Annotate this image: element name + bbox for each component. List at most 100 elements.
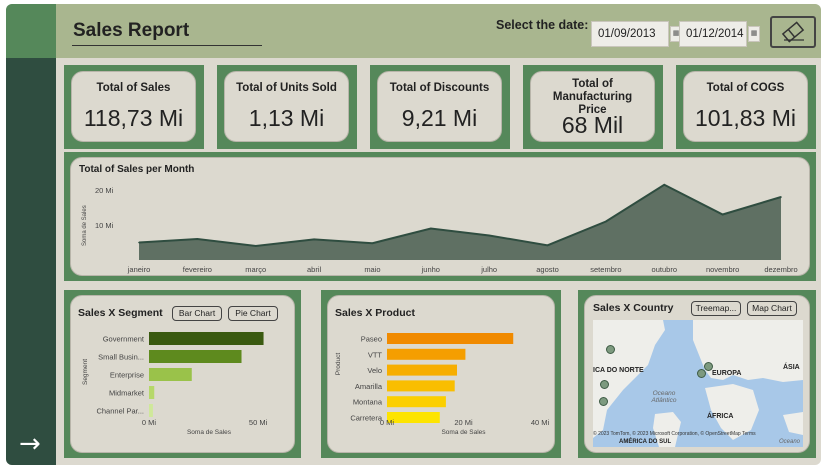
sales-product-chart[interactable]: Paseo VTT Velo Amarilla Montana Carretera0 Mi… — [328, 296, 554, 452]
x-tick-label: novembro — [706, 265, 739, 274]
data-point — [488, 234, 490, 237]
x-tick-label: janeiro — [127, 265, 151, 274]
x-tick-label: 0 Mi — [380, 418, 395, 427]
y-axis-label: Soma de Sales — [82, 205, 88, 246]
map-marker-mexico[interactable] — [599, 397, 608, 406]
map-label: ICA DO NORTE — [593, 367, 644, 374]
bar — [387, 348, 466, 360]
date-label: Select the date: — [496, 18, 589, 32]
bar — [149, 404, 153, 417]
header: Sales Report Select the date: 01/09/2013… — [56, 4, 821, 58]
kpi-card-units-sold: Total of Units Sold 1,13 Mi — [217, 65, 357, 149]
data-point — [780, 196, 782, 198]
date-end-input[interactable]: 01/12/2014 ▦ — [679, 21, 760, 47]
data-point — [138, 241, 140, 244]
date-end-value: 01/12/2014 — [686, 28, 744, 40]
data-point — [196, 238, 199, 240]
eraser-icon — [781, 21, 805, 43]
bar — [149, 350, 242, 363]
bar — [387, 380, 455, 392]
clear-filters-button[interactable] — [770, 16, 816, 48]
map-marker-germany[interactable] — [697, 369, 706, 378]
x-tick-label: fevereiro — [183, 265, 212, 274]
x-tick-label: abril — [307, 265, 322, 274]
sales-per-month-card: Total of Sales per Month janeiro fevereir… — [64, 152, 816, 281]
category-label: Amarilla — [355, 382, 383, 391]
kpi-value: 101,83 Mi — [694, 105, 796, 131]
chart-title: Sales X Country — [593, 302, 674, 314]
x-tick-label: julho — [480, 265, 497, 274]
sales-segment-chart[interactable]: Government Small Busin... Enterprise Midmar… — [71, 296, 294, 452]
bar — [387, 396, 446, 408]
category-label: Channel Par... — [96, 407, 144, 416]
x-tick-label: agosto — [536, 265, 559, 274]
data-point — [254, 245, 257, 247]
category-label: Small Busin... — [98, 353, 144, 362]
map-marker-usa[interactable] — [600, 380, 609, 389]
data-point — [430, 227, 432, 230]
x-tick-label: 0 Mi — [142, 418, 157, 427]
x-tick-label: maio — [364, 265, 380, 274]
report-canvas: → Sales Report Select the date: 01/09/20… — [6, 4, 821, 465]
bar — [149, 332, 264, 345]
y-tick-label: 20 Mi — [95, 186, 114, 195]
title-underline — [72, 45, 262, 46]
kpi-card-discounts: Total of Discounts 9,21 Mi — [370, 65, 510, 149]
category-label: Montana — [353, 398, 383, 407]
kpi-value: 9,21 Mi — [401, 105, 478, 131]
arrow-right-icon[interactable]: → — [19, 429, 41, 459]
date-start-value: 01/09/2013 — [598, 28, 656, 40]
map-label: ÁSIA — [783, 364, 800, 371]
bar — [387, 364, 457, 376]
sales-per-month-chart[interactable]: janeiro fevereiro março abril maio junho julho… — [71, 158, 809, 275]
x-tick-label: junho — [421, 265, 440, 274]
kpi-value: 118,73 Mi — [83, 105, 184, 131]
x-tick-label: outubro — [652, 265, 677, 274]
bar — [149, 368, 192, 381]
data-point — [371, 242, 374, 244]
map-copyright: © 2023 TomTom, © 2023 Microsoft Corporat… — [593, 431, 756, 437]
data-point — [663, 183, 666, 186]
kpi-title: Total of Discounts — [389, 82, 490, 94]
page-title: Sales Report — [73, 20, 190, 41]
category-label: VTT — [368, 350, 383, 359]
category-label: Velo — [367, 366, 382, 375]
y-axis-label: Product — [335, 353, 342, 376]
category-label: Government — [103, 335, 145, 344]
date-start-input[interactable]: 01/09/2013 ▦ — [591, 21, 682, 47]
y-tick-label: 10 Mi — [95, 221, 114, 230]
data-point — [546, 244, 549, 247]
category-label: Paseo — [361, 335, 382, 344]
sales-country-card: Sales X Country Treemap... Map Chart ICA… — [578, 290, 816, 458]
map-graphic — [593, 320, 803, 447]
x-tick-label: 40 Mi — [531, 418, 550, 427]
x-tick-label: março — [245, 265, 266, 274]
map-chart-button[interactable]: Map Chart — [747, 301, 797, 316]
kpi-value: 1,13 Mi — [248, 105, 325, 131]
kpi-card-manufacturing-price: Total of Manufacturing Price 68 Mil — [523, 65, 663, 149]
data-point — [605, 220, 607, 223]
kpi-card-total-sales: Total of Sales 118,73 Mi — [64, 65, 204, 149]
category-label: Enterprise — [110, 371, 144, 380]
calendar-icon[interactable]: ▦ — [748, 26, 760, 42]
map-label: AMÉRICA DO SUL — [619, 439, 672, 445]
world-map[interactable]: ICA DO NORTE EUROPA ÁSIA Oceano Atlântic… — [593, 320, 803, 447]
x-tick-label: dezembro — [764, 265, 797, 274]
x-tick-label: setembro — [590, 265, 621, 274]
map-marker-canada[interactable] — [606, 345, 615, 354]
x-axis-label: Soma de Sales — [187, 429, 232, 436]
map-marker-france[interactable] — [704, 362, 713, 371]
bar — [149, 386, 155, 399]
kpi-card-cogs: Total of COGS 101,83 Mi — [676, 65, 816, 149]
sales-segment-card: Sales X Segment Bar Chart Pie Chart Gove… — [64, 290, 301, 458]
kpi-value: 68 Mil — [561, 112, 624, 138]
sidebar: → — [6, 58, 56, 465]
sales-product-card: Sales X Product Paseo VTT Velo Amarilla Mont… — [321, 290, 561, 458]
category-label: Carretera — [350, 414, 383, 423]
x-tick-label: 20 Mi — [454, 418, 473, 427]
map-label: ÁFRICA — [707, 413, 734, 420]
kpi-title: Total of Units Sold — [236, 82, 337, 94]
treemap-button[interactable]: Treemap... — [691, 301, 741, 316]
bar — [387, 412, 440, 423]
x-tick-label: 50 Mi — [249, 418, 268, 427]
